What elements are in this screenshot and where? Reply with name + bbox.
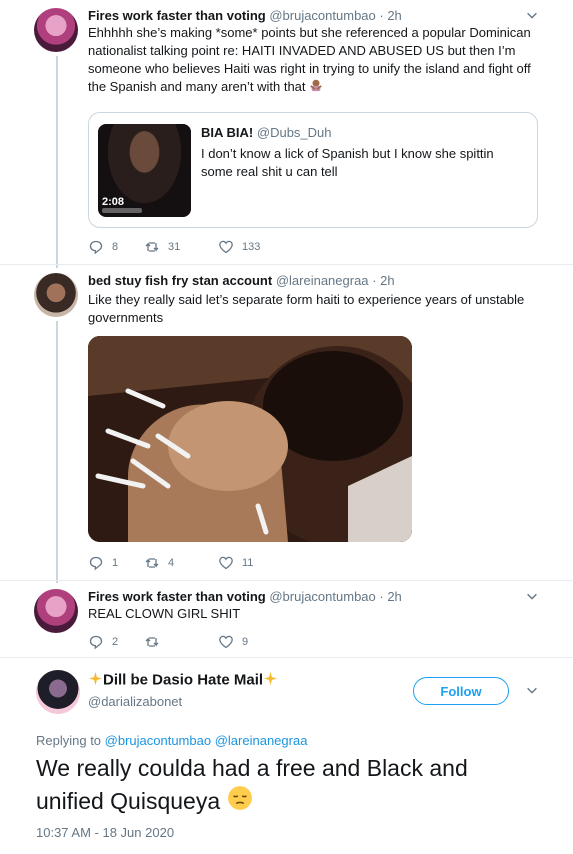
retweet-button[interactable]: 4 [144,555,218,571]
heart-icon [219,556,233,570]
tweet-time[interactable]: 2h [387,8,401,23]
avatar[interactable] [34,589,78,633]
tweet-time[interactable]: 2h [380,273,394,288]
tweet-header: Fires work faster than voting @brujacont… [88,8,402,23]
video-thumbnail[interactable]: 2:08 [98,124,191,217]
reply-count: 8 [112,241,119,253]
reply-button[interactable]: 8 [88,239,144,255]
reply-icon [89,556,103,571]
tweet-timestamp[interactable]: 10:37 AM - 18 Jun 2020 [36,825,174,840]
video-progress [102,208,142,213]
quote-header: BIA BIA! @Dubs_Duh [201,125,332,141]
reply-button[interactable]: 2 [88,634,144,650]
tweet-image[interactable] [88,336,412,542]
mention-link[interactable]: @lareinanegraa [215,733,308,748]
reply-icon [89,240,103,255]
tweet-actions: 8 31 133 [88,238,288,256]
avatar[interactable] [34,273,78,317]
heart-icon [219,240,233,254]
person-gesturing-no-icon [309,78,323,97]
reply-count: 2 [112,636,119,648]
like-button[interactable]: 11 [218,555,288,571]
avatar[interactable] [34,8,78,52]
quote-handle: @Dubs_Duh [256,125,332,140]
sparkles-icon [88,671,103,690]
display-name[interactable]: Fires work faster than voting [88,589,266,604]
follow-button[interactable]: Follow [413,677,509,705]
like-button[interactable]: 9 [218,634,288,650]
main-name-text: Dill be Dasio Hate Mail [103,671,264,689]
retweet-icon [145,637,159,647]
quoted-tweet[interactable]: 2:08 BIA BIA! @Dubs_Duh I don’t know a l… [88,112,538,228]
tweet-text: Ehhhhh she’s making *some* points but sh… [88,24,548,97]
retweet-button[interactable] [144,634,218,650]
user-handle[interactable]: @brujacontumbao [269,8,375,23]
retweet-count: 4 [168,557,175,569]
mention-link[interactable]: @brujacontumbao [105,733,211,748]
tweet-3[interactable]: Fires work faster than voting @brujacont… [0,581,573,653]
quote-text: I don’t know a lick of Spanish but I kno… [201,146,494,179]
like-count: 133 [242,241,261,253]
thread-line [56,321,58,583]
tweet-text: Like they really said let’s separate for… [88,292,525,325]
like-count: 11 [242,557,254,569]
user-handle[interactable]: @brujacontumbao [269,589,375,604]
chevron-down-icon[interactable] [524,589,540,605]
reply-count: 1 [112,557,119,569]
divider [0,657,573,658]
like-count: 9 [242,636,249,648]
reply-icon [89,635,103,650]
replying-to: Replying to @brujacontumbao @lareinanegr… [36,733,308,748]
display-name[interactable]: Fires work faster than voting [88,8,266,23]
like-button[interactable]: 133 [218,239,288,255]
tweet-time[interactable]: 2h [387,589,401,604]
tweet-text: REAL CLOWN GIRL SHIT [88,606,241,621]
display-name[interactable]: bed stuy fish fry stan account [88,273,272,288]
quote-display-name: BIA BIA! [201,125,254,140]
retweet-icon [145,558,159,568]
main-user-handle[interactable]: @darializabonet [88,694,182,709]
retweet-icon [145,242,159,252]
chevron-down-icon[interactable] [524,683,540,699]
main-tweet-text: We really coulda had a free and Black an… [36,752,536,820]
video-duration: 2:08 [102,196,125,208]
tweet-actions: 1 4 11 [88,554,288,572]
pensive-face-icon [227,785,253,820]
heart-icon [219,635,233,649]
tweet-1[interactable]: Fires work faster than voting @brujacont… [0,0,573,268]
user-handle[interactable]: @lareinanegraa [276,273,369,288]
retweet-count: 31 [168,241,181,253]
main-display-name[interactable]: Dill be Dasio Hate Mail [88,671,278,690]
thread-line [56,56,58,268]
sparkles-icon [263,671,278,690]
tweet-header: Fires work faster than voting @brujacont… [88,589,402,604]
avatar[interactable] [36,670,80,714]
tweet-header: bed stuy fish fry stan account @lareinan… [88,273,395,288]
photo-illustration [88,336,412,542]
retweet-button[interactable]: 31 [144,239,218,255]
chevron-down-icon[interactable] [524,8,540,24]
reply-button[interactable]: 1 [88,555,144,571]
tweet-actions: 2 9 [88,633,288,651]
